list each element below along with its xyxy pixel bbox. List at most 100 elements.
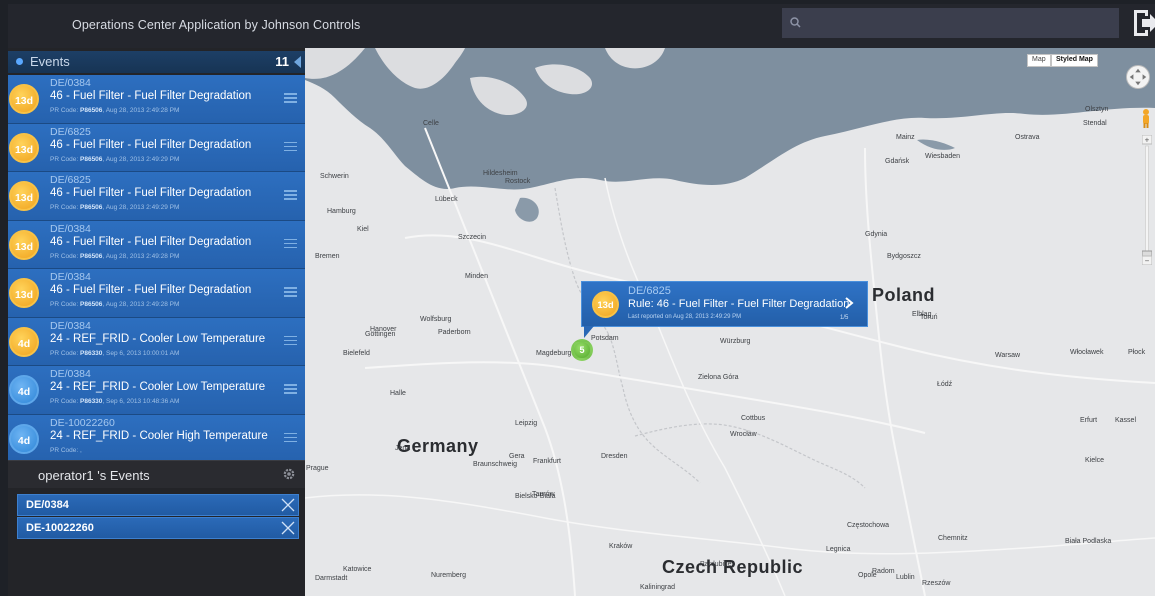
city-label: Bydgoszcz <box>887 253 921 260</box>
hamburger-menu-icon[interactable] <box>284 190 297 200</box>
hamburger-menu-icon[interactable] <box>284 384 297 394</box>
event-id: DE/0384 <box>50 319 91 332</box>
collapse-panel-icon[interactable] <box>294 56 301 68</box>
event-name: 24 - REF_FRID - Cooler Low Temperature <box>50 381 266 393</box>
city-label: Halle <box>390 390 406 397</box>
hamburger-menu-icon[interactable] <box>284 93 297 103</box>
city-label: Rostock <box>505 178 531 185</box>
event-date: Aug 28, 2013 2:49:28 PM <box>105 107 180 114</box>
chevron-right-icon[interactable] <box>844 296 854 310</box>
event-date: Aug 28, 2013 2:49:29 PM <box>105 155 180 163</box>
hamburger-menu-icon[interactable] <box>284 141 297 152</box>
event-age-badge: 13d <box>9 278 39 308</box>
operator-event-item[interactable]: DE/0384 <box>17 494 299 516</box>
popup-page-indicator: 1/5 <box>840 315 849 321</box>
event-list-item[interactable]: 4d DE-10022260 24 - REF_FRID - Cooler High… <box>8 414 305 463</box>
event-id: DE/0384 <box>50 368 91 380</box>
event-age-badge: 13d <box>9 229 39 260</box>
event-age-badge: 4d <box>9 375 39 405</box>
map-type-button-map[interactable]: Map <box>1027 54 1051 67</box>
pr-code-label: PR Code: <box>50 204 79 211</box>
city-label: Chemnitz <box>938 535 968 542</box>
event-name: 46 - Fuel Filter - Fuel Filter Degradati… <box>50 187 252 199</box>
pr-code-value: P86506 <box>80 204 103 211</box>
operator-event-label: DE/0384 <box>26 499 69 511</box>
pr-code-label: PR Code: <box>50 252 79 260</box>
event-age-badge: 13d <box>9 132 39 163</box>
pr-code-label: PR Code: <box>50 446 79 454</box>
city-label: Płock <box>1128 349 1146 356</box>
city-label: Schwerin <box>320 173 349 180</box>
city-label: Opole <box>858 572 877 579</box>
hamburger-menu-icon[interactable] <box>284 238 297 249</box>
gear-icon[interactable] <box>282 467 296 481</box>
svg-text:−: − <box>1145 257 1150 266</box>
city-label: Włocławek <box>1070 349 1104 356</box>
city-label: Frankfurt <box>533 458 562 465</box>
city-label: Pardubice <box>700 561 732 568</box>
event-list-item[interactable]: 13d DE/0384 46 - Fuel Filter - Fuel Filter… <box>8 269 305 318</box>
country-label: Poland <box>872 285 936 305</box>
city-label: Warsaw <box>995 352 1021 359</box>
city-label: Częstochowa <box>847 522 890 529</box>
pr-code-value: P86506 <box>80 252 103 260</box>
close-icon[interactable] <box>281 521 295 535</box>
pr-code-label: PR Code: <box>50 398 79 405</box>
city-label: Nuremberg <box>431 572 467 579</box>
city-label: Ostrava <box>1015 134 1040 141</box>
city-label: Wiesbaden <box>925 153 961 160</box>
pegman-icon[interactable] <box>1141 108 1151 128</box>
events-indicator-dot <box>16 58 23 65</box>
city-label: Rzeszów <box>922 580 951 587</box>
zoom-slider[interactable]: + − <box>1142 135 1152 265</box>
event-list-item[interactable]: 13d DE/6825 46 - Fuel Filter - Fuel Filter… <box>8 172 305 221</box>
map-view[interactable]: Germany Poland Czech Republic Hamburg Bremen… <box>305 48 1155 596</box>
event-name: 24 - REF_FRID - Cooler High Temperature <box>50 429 268 442</box>
city-label: Magdeburg <box>536 350 572 357</box>
city-label: Wrocław <box>730 431 757 438</box>
event-popup[interactable]: 13d DE/6825 Rule: 46 - Fuel Filter - Fue… <box>581 281 868 327</box>
city-label: Dresden <box>601 453 628 460</box>
search-input[interactable] <box>782 8 1119 38</box>
event-list-item[interactable]: 13d DE/0384 46 - Fuel Filter - Fuel Filter… <box>8 220 305 269</box>
event-list-item[interactable]: 13d DE/6825 46 - Fuel Filter - Fuel Filter… <box>8 123 305 172</box>
pr-code-value: P86506 <box>80 301 103 308</box>
map-cluster-marker[interactable]: 5 <box>571 339 593 361</box>
events-count: 11 <box>275 54 289 69</box>
hamburger-menu-icon[interactable] <box>284 287 297 297</box>
city-label: Łódź <box>937 381 953 388</box>
events-header[interactable]: Events 11 <box>8 51 305 73</box>
event-meta: PR Code: P86506, Aug 28, 2013 2:49:29 PM <box>50 155 180 163</box>
event-name: 24 - REF_FRID - Cooler Low Temperature <box>50 332 266 345</box>
city-label: Lübeck <box>435 196 458 203</box>
event-list-item[interactable]: 4d DE/0384 24 - REF_FRID - Cooler Low Temp… <box>8 317 305 366</box>
hamburger-menu-icon[interactable] <box>284 432 297 443</box>
pan-control-icon[interactable] <box>1126 65 1150 89</box>
event-meta: PR Code: P86506, Aug 28, 2013 2:49:28 PM <box>50 107 180 114</box>
pr-code-value: P86330 <box>80 349 103 357</box>
svg-text:+: + <box>1145 136 1150 145</box>
event-age-badge: 4d <box>9 423 39 454</box>
city-label: Bielsko-Biała <box>515 493 556 500</box>
city-label: Cottbus <box>741 415 766 422</box>
event-age-badge: 4d <box>9 326 39 357</box>
app-window: Operations Center Application by Johnson… <box>0 0 1155 596</box>
city-label: Kielce <box>1085 457 1105 464</box>
hamburger-menu-icon[interactable] <box>284 335 297 346</box>
event-age-badge: 13d <box>9 181 39 211</box>
city-label: Szczecin <box>458 234 487 241</box>
operator-event-item[interactable]: DE-10022260 <box>17 517 299 539</box>
popup-event-name: Rule: 46 - Fuel Filter - Fuel Filter Deg… <box>628 298 850 310</box>
map-type-button-styled[interactable]: Styled Map <box>1051 54 1098 67</box>
event-name: 46 - Fuel Filter - Fuel Filter Degradati… <box>50 138 252 151</box>
event-date: Aug 28, 2013 2:49:28 PM <box>105 301 180 308</box>
pr-code-label: PR Code: <box>50 301 79 308</box>
pr-code-label: PR Code: <box>50 155 79 163</box>
event-date: Aug 28, 2013 2:49:28 PM <box>105 252 180 260</box>
logout-icon[interactable] <box>1132 6 1155 40</box>
city-label: Potsdam <box>591 335 619 342</box>
event-list-item[interactable]: 13d DE/0384 46 - Fuel Filter - Fuel Filter… <box>8 75 305 124</box>
event-list-item[interactable]: 4d DE/0384 24 - REF_FRID - Cooler Low Temp… <box>8 366 305 415</box>
pr-code-value: P86506 <box>80 107 103 114</box>
close-icon[interactable] <box>281 498 295 512</box>
